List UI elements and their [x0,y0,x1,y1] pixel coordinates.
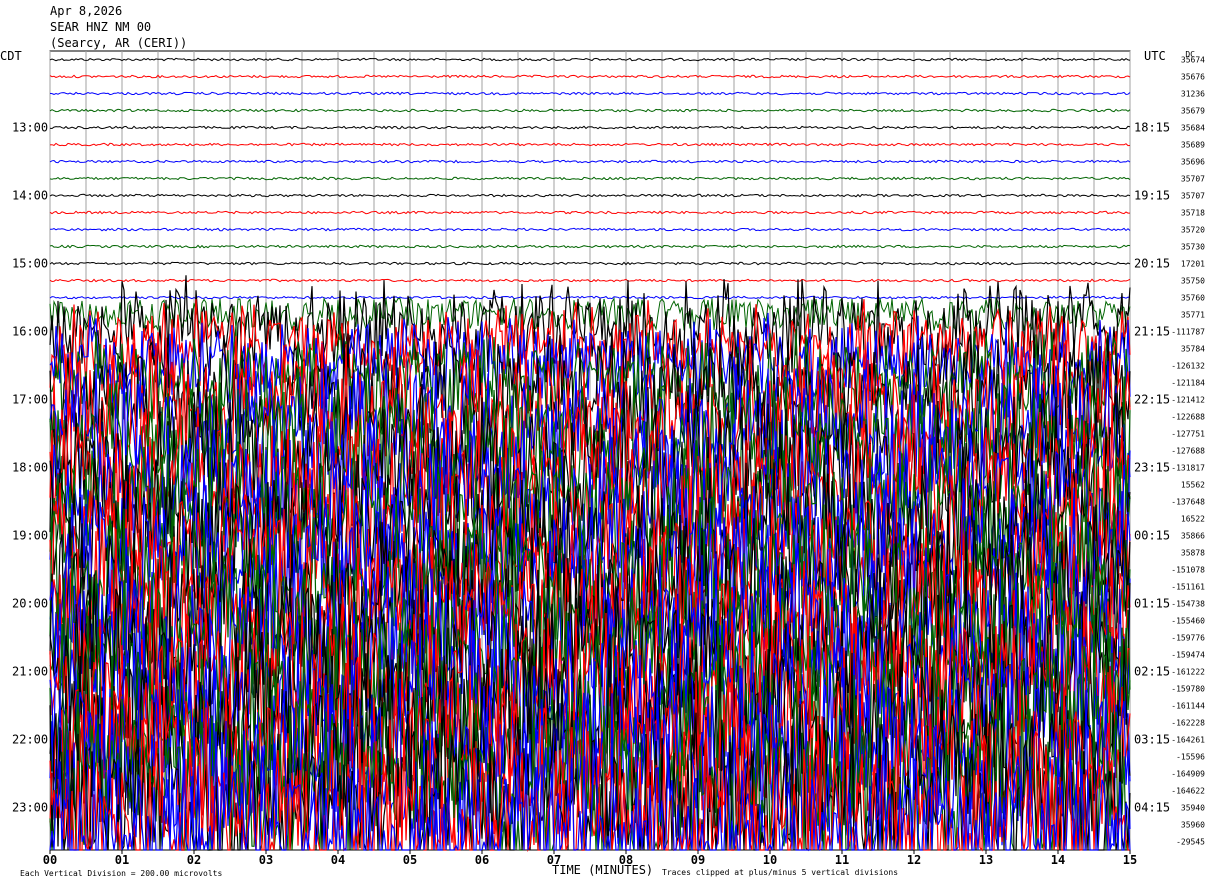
dc-offset-label: 35940 [1181,804,1205,813]
utc-hour-label: 21:15 [1134,325,1170,339]
dc-offset-label: -159780 [1171,685,1205,694]
dc-offset-label: -29545 [1176,838,1205,847]
dc-offset-label: -131817 [1171,464,1205,473]
dc-offset-label: -15596 [1176,753,1205,762]
x-tick-label: 00 [43,853,57,867]
dc-offset-label: -122688 [1171,413,1205,422]
utc-hour-label: 19:15 [1134,189,1170,203]
dc-offset-label: 35960 [1181,821,1205,830]
dc-offset-label: 35720 [1181,226,1205,235]
x-tick-label: 03 [259,853,273,867]
clip-note: Traces clipped at plus/minus 5 vertical … [662,868,898,877]
cdt-hour-label: 23:00 [12,801,48,815]
dc-offset-label: 35866 [1181,532,1205,541]
cdt-hour-label: 17:00 [12,393,48,407]
dc-offset-label: 35684 [1181,124,1205,133]
cdt-hour-label: 22:00 [12,733,48,747]
dc-offset-label: 16522 [1181,515,1205,524]
x-tick-label: 14 [1051,853,1065,867]
cdt-axis-title: CDT [0,49,22,63]
utc-hour-label: 04:15 [1134,801,1170,815]
x-tick-label: 10 [763,853,777,867]
dc-offset-label: -121412 [1171,396,1205,405]
dc-offset-label: 35679 [1181,107,1205,116]
cdt-hour-label: 21:00 [12,665,48,679]
cdt-hour-label: 18:00 [12,461,48,475]
dc-offset-label: -161144 [1171,702,1205,711]
dc-offset-label: -159474 [1171,651,1205,660]
utc-hour-label: 18:15 [1134,121,1170,135]
utc-hour-label: 22:15 [1134,393,1170,407]
dc-offset-label: 35750 [1181,277,1205,286]
dc-offset-label: -137648 [1171,498,1205,507]
dc-offset-label: -126132 [1171,362,1205,371]
dc-offset-label: 35696 [1181,158,1205,167]
dc-offset-label: -151078 [1171,566,1205,575]
dc-offset-label: 35784 [1181,345,1205,354]
dc-offset-label: 17201 [1181,260,1205,269]
dc-offset-label: 35707 [1181,175,1205,184]
dc-offset-label: 35730 [1181,243,1205,252]
dc-offset-label: -155460 [1171,617,1205,626]
dc-offset-label: 35689 [1181,141,1205,150]
dc-offset-label: 35676 [1181,73,1205,82]
cdt-hour-label: 13:00 [12,121,48,135]
x-axis-title: TIME (MINUTES) [552,863,653,877]
cdt-hour-label: 15:00 [12,257,48,271]
x-tick-label: 15 [1123,853,1137,867]
dc-offset-label: 35771 [1181,311,1205,320]
dc-offset-label: 35760 [1181,294,1205,303]
cdt-hour-label: 16:00 [12,325,48,339]
dc-offset-label: 31236 [1181,90,1205,99]
dc-column-title: DC [1185,50,1195,59]
dc-offset-label: -164261 [1171,736,1205,745]
dc-offset-label: -127688 [1171,447,1205,456]
x-tick-label: 01 [115,853,129,867]
scale-note: Each Vertical Division = 200.00 microvol… [20,869,222,878]
x-tick-label: 05 [403,853,417,867]
dc-offset-label: -164909 [1171,770,1205,779]
utc-hour-label: 23:15 [1134,461,1170,475]
x-tick-label: 02 [187,853,201,867]
dc-offset-label: 35718 [1181,209,1205,218]
dc-offset-label: -121184 [1171,379,1205,388]
cdt-hour-label: 14:00 [12,189,48,203]
dc-offset-label: 15562 [1181,481,1205,490]
utc-hour-label: 03:15 [1134,733,1170,747]
x-tick-label: 13 [979,853,993,867]
x-tick-label: 06 [475,853,489,867]
cdt-hour-label: 20:00 [12,597,48,611]
utc-axis-title: UTC [1144,49,1166,63]
utc-hour-label: 20:15 [1134,257,1170,271]
x-tick-label: 09 [691,853,705,867]
dc-offset-label: -154738 [1171,600,1205,609]
utc-hour-label: 01:15 [1134,597,1170,611]
dc-offset-label: -127751 [1171,430,1205,439]
x-tick-label: 04 [331,853,345,867]
dc-offset-label: -161222 [1171,668,1205,677]
utc-hour-label: 02:15 [1134,665,1170,679]
dc-offset-label: -164622 [1171,787,1205,796]
cdt-hour-label: 19:00 [12,529,48,543]
dc-offset-label: 35878 [1181,549,1205,558]
dc-offset-label: -159776 [1171,634,1205,643]
utc-hour-label: 00:15 [1134,529,1170,543]
dc-offset-label: 35707 [1181,192,1205,201]
x-tick-label: 12 [907,853,921,867]
dc-offset-label: -111787 [1171,328,1205,337]
dc-offset-label: -151161 [1171,583,1205,592]
dc-offset-label: -162228 [1171,719,1205,728]
x-tick-label: 11 [835,853,849,867]
helicorder-plot: 3567435676312363567935684356893569635707… [0,49,1205,878]
